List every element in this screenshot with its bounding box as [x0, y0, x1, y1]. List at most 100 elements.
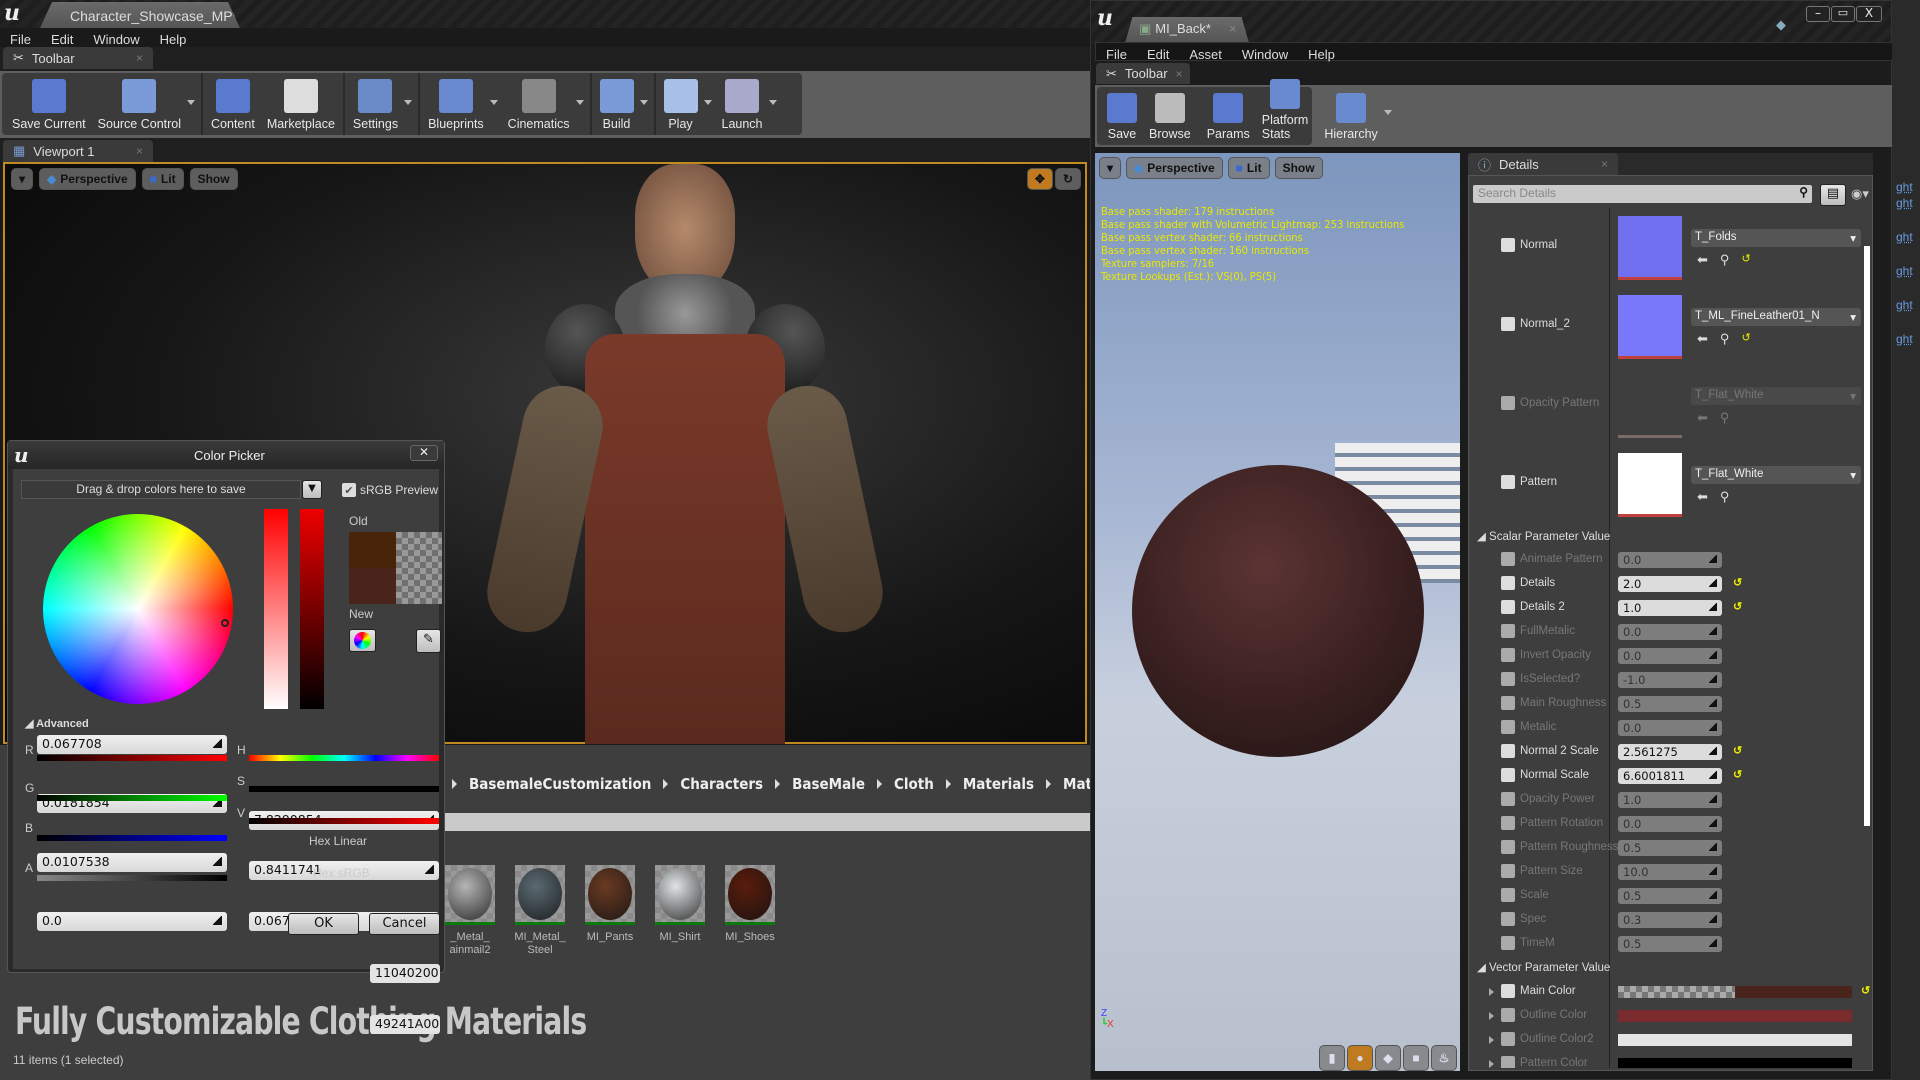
reset-to-default-icon[interactable]: ↺ — [1741, 331, 1750, 347]
b-gradient-bar[interactable] — [37, 835, 227, 841]
override-checkbox[interactable] — [1501, 672, 1515, 686]
b-channel-input[interactable]: 0.0107538 — [37, 853, 227, 872]
breadcrumb-separator-icon[interactable] — [663, 779, 669, 789]
translate-tool-icon[interactable]: ✥ — [1026, 168, 1053, 190]
scalar-value-input[interactable]: 0.5 — [1618, 888, 1722, 904]
preview-cylinder-button[interactable]: ▮ — [1319, 1045, 1345, 1071]
dropdown-arrow-icon[interactable] — [404, 100, 413, 105]
visibility-filter-button[interactable]: ◉▾ — [1851, 186, 1869, 202]
side-link[interactable]: ght — [1896, 264, 1913, 278]
asset-tile[interactable]: _Metal_ ainmail2 — [440, 865, 500, 957]
help-cap-icon[interactable]: ◆ — [1776, 17, 1786, 33]
reset-to-default-icon[interactable]: ↺ — [1733, 600, 1742, 613]
override-checkbox[interactable] — [1501, 576, 1515, 590]
dropdown-arrow-icon[interactable] — [768, 100, 777, 105]
build-button[interactable]: Build — [594, 77, 640, 135]
hex-srgb-input[interactable]: 49241A00 — [370, 1015, 440, 1034]
category-header[interactable]: ◢ Vector Parameter Value — [1477, 960, 1610, 974]
h-gradient-bar[interactable] — [249, 755, 439, 761]
viewport-tab[interactable]: ▦ Viewport 1 × — [3, 140, 153, 162]
launch-button[interactable]: Launch — [716, 77, 769, 135]
hex-linear-input[interactable]: 11040200 — [370, 964, 440, 983]
lit-button[interactable]: ■ Lit — [1227, 157, 1270, 179]
preview-sphere-button[interactable]: ● — [1347, 1045, 1373, 1071]
color-theme-bar[interactable]: Drag & drop colors here to save — [21, 480, 301, 499]
close-button[interactable]: ✕ — [410, 445, 438, 461]
menu-asset[interactable]: Asset — [1179, 43, 1232, 62]
asset-filter-bar[interactable] — [445, 813, 1090, 831]
show-button[interactable]: Show — [1274, 157, 1323, 179]
color-swatch[interactable] — [1618, 1010, 1852, 1022]
details-tab[interactable]: ⓘ Details × — [1468, 153, 1618, 175]
side-link[interactable]: ght — [1896, 298, 1913, 312]
browse-button[interactable]: Browse — [1143, 91, 1197, 145]
close-icon[interactable]: × — [136, 51, 143, 65]
color-wheel[interactable] — [43, 514, 233, 704]
preview-teapot-button[interactable]: ♨ — [1431, 1045, 1457, 1071]
menu-edit[interactable]: Edit — [1137, 43, 1179, 62]
advanced-section-toggle[interactable]: ◢ Advanced — [25, 717, 89, 730]
override-checkbox[interactable] — [1501, 984, 1515, 998]
breadcrumb-item[interactable]: Materials — [963, 775, 1034, 793]
scalar-value-input[interactable]: 1.0 — [1618, 600, 1722, 616]
close-icon[interactable]: × — [136, 144, 143, 158]
scalar-value-input[interactable]: 1.0 — [1618, 792, 1722, 808]
texture-thumbnail[interactable] — [1618, 216, 1682, 280]
lit-button[interactable]: ■ Lit — [141, 168, 184, 190]
texture-thumbnail[interactable] — [1618, 374, 1682, 438]
search-details-input[interactable]: Search Details ⚲ — [1473, 185, 1812, 203]
browse-search-icon[interactable]: ⚲ — [1720, 489, 1730, 505]
marketplace-button[interactable]: Marketplace — [261, 77, 341, 135]
scalar-value-input[interactable]: 2.561275 — [1618, 744, 1722, 760]
expand-arrow-icon[interactable] — [1489, 1036, 1494, 1044]
override-checkbox[interactable] — [1501, 238, 1515, 252]
override-checkbox[interactable] — [1501, 552, 1515, 566]
reset-to-default-icon[interactable]: ↺ — [1741, 252, 1750, 268]
toolbar-tab[interactable]: ✂ Toolbar × — [3, 47, 153, 69]
use-selected-arrow-icon[interactable]: ⬅ — [1697, 331, 1708, 347]
scalar-value-input[interactable]: 0.3 — [1618, 912, 1722, 928]
scalar-value-input[interactable]: 6.6001811 — [1618, 768, 1722, 784]
override-checkbox[interactable] — [1501, 1008, 1515, 1022]
breadcrumb-item[interactable]: Cloth — [894, 775, 934, 793]
breadcrumb-separator-icon[interactable] — [1046, 779, 1052, 789]
minimize-button[interactable]: – — [1806, 6, 1830, 22]
override-checkbox[interactable] — [1501, 1056, 1515, 1068]
override-checkbox[interactable] — [1501, 864, 1515, 878]
settings-button[interactable]: Settings — [347, 77, 404, 135]
use-selected-arrow-icon[interactable]: ⬅ — [1697, 252, 1708, 268]
override-checkbox[interactable] — [1501, 396, 1515, 410]
platform-stats-button[interactable]: Platform Stats — [1256, 77, 1315, 145]
breadcrumb-separator-icon[interactable] — [876, 779, 882, 789]
hierarchy-button[interactable]: Hierarchy — [1318, 91, 1384, 145]
color-swatch[interactable] — [1618, 986, 1852, 998]
close-window-button[interactable]: X — [1856, 6, 1882, 22]
material-toolbar-tab[interactable]: ✂ Toolbar × — [1096, 63, 1190, 84]
asset-tile[interactable]: MI_Metal_ Steel — [510, 865, 570, 957]
menu-window[interactable]: Window — [1232, 43, 1298, 62]
breadcrumb-item[interactable]: BaseMale — [792, 775, 865, 793]
breadcrumb-item[interactable]: Characters — [680, 775, 763, 793]
override-checkbox[interactable] — [1501, 888, 1515, 902]
scalar-value-input[interactable]: 0.5 — [1618, 840, 1722, 856]
override-checkbox[interactable] — [1501, 317, 1515, 331]
material-doc-tab[interactable]: ▣ MI_Back* × — [1125, 17, 1249, 43]
breadcrumb-separator-icon[interactable] — [775, 779, 781, 789]
perspective-button[interactable]: ◆ Perspective — [1126, 157, 1223, 179]
content-button[interactable]: Content — [205, 77, 261, 135]
perspective-button[interactable]: ◆ Perspective — [39, 168, 136, 190]
scalar-value-input[interactable]: 0.0 — [1618, 648, 1722, 664]
menu-edit[interactable]: Edit — [41, 28, 83, 47]
color-swatch[interactable] — [1618, 1034, 1852, 1046]
override-checkbox[interactable] — [1501, 1032, 1515, 1046]
reset-to-default-icon[interactable]: ↺ — [1733, 744, 1742, 757]
override-checkbox[interactable] — [1501, 840, 1515, 854]
breadcrumb-item[interactable]: BasemaleCustomization — [469, 775, 651, 793]
asset-tile[interactable]: MI_Shirt — [650, 865, 710, 944]
saturation-slider[interactable] — [264, 509, 288, 709]
override-checkbox[interactable] — [1501, 744, 1515, 758]
dropdown-arrow-icon[interactable] — [187, 100, 196, 105]
source-control-button[interactable]: Source Control — [92, 77, 187, 135]
scalar-value-input[interactable]: 0.0 — [1618, 552, 1722, 568]
srgb-preview-checkbox[interactable]: sRGB Preview — [342, 483, 438, 497]
